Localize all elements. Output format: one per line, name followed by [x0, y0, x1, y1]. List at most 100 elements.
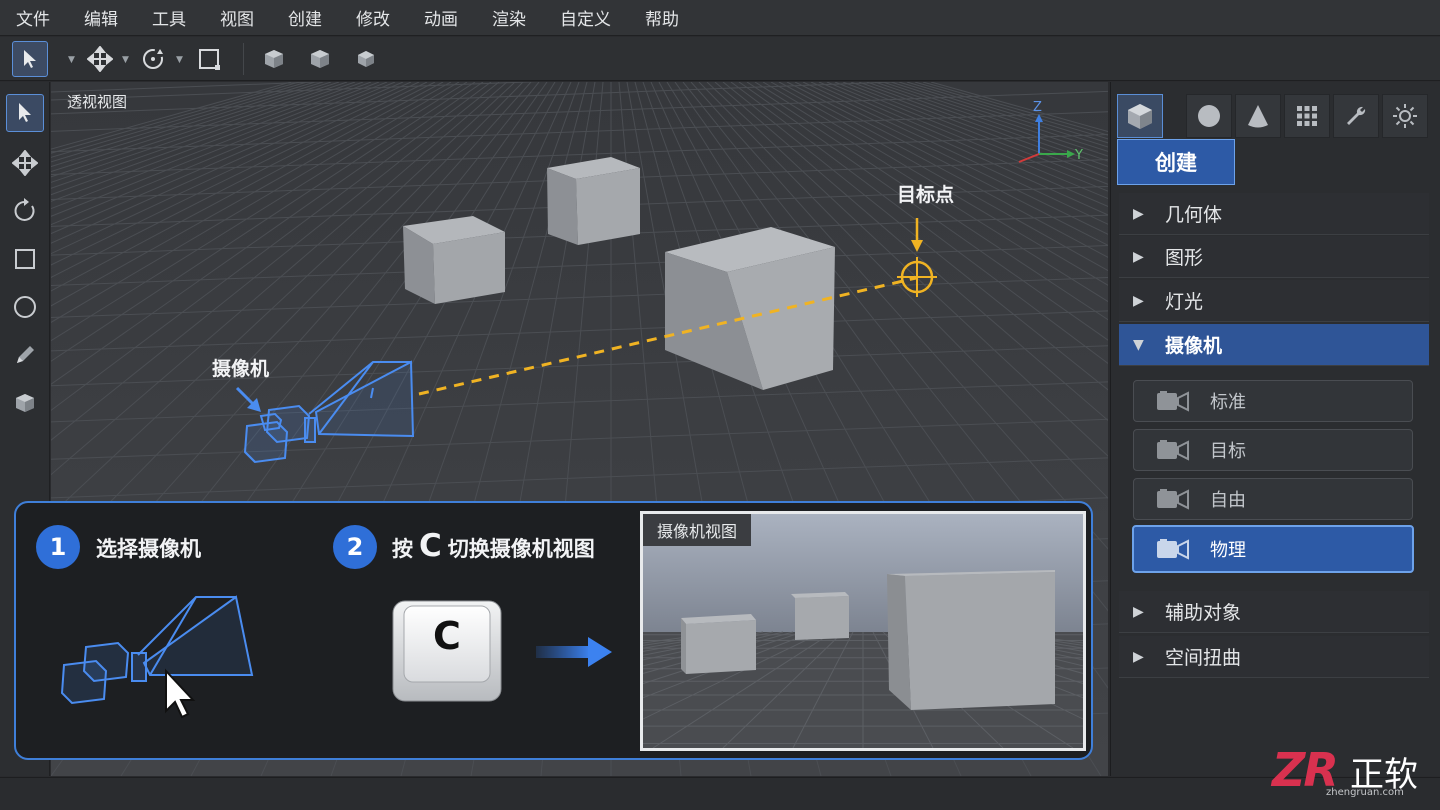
- camera-type-target[interactable]: 目标: [1133, 429, 1413, 471]
- category-label: 辅助对象: [1165, 602, 1242, 624]
- step-2-pre: 按: [392, 537, 413, 561]
- tutorial-panel: 1 选择摄像机 2 按 C 切换摄像机视图 C 摄像机视图: [14, 501, 1093, 760]
- scale-tool-button[interactable]: [191, 41, 227, 77]
- camera-type-label: 物理: [1210, 540, 1246, 561]
- grid-icon: [1297, 106, 1317, 126]
- category-geometry[interactable]: ▶ 几何体: [1119, 193, 1429, 235]
- chevron-right-icon: ▶: [1133, 603, 1144, 620]
- cube-icon: [358, 51, 374, 67]
- select-tool-button[interactable]: [12, 41, 48, 77]
- chevron-down-icon[interactable]: ▼: [68, 55, 75, 65]
- left-rectangle-button[interactable]: [6, 240, 44, 278]
- sun-icon: [1393, 104, 1417, 128]
- step-1-text: 选择摄像机: [96, 537, 201, 561]
- arrow-right-icon: [536, 637, 612, 667]
- chevron-right-icon: ▶: [1133, 248, 1144, 265]
- menu-help[interactable]: 帮助: [645, 5, 679, 30]
- left-cube-button[interactable]: [6, 384, 44, 422]
- rotate-icon: [14, 198, 35, 221]
- menu-animation[interactable]: 动画: [424, 5, 458, 30]
- move-icon: [87, 46, 113, 72]
- cube-object-1[interactable]: [403, 216, 505, 304]
- tab-create[interactable]: [1117, 94, 1163, 138]
- cone-icon: [1248, 105, 1268, 128]
- main-toolbar: ▼ ▼ ▼: [0, 37, 1440, 81]
- keycap-c: C: [392, 600, 502, 702]
- menu-view[interactable]: 视图: [220, 5, 254, 30]
- step-2-key: C: [419, 528, 442, 564]
- tab-hierarchy[interactable]: [1235, 94, 1281, 138]
- create-button[interactable]: 创建: [1117, 139, 1235, 185]
- camera-view-label: 摄像机视图: [643, 514, 752, 546]
- circle-icon: [14, 296, 36, 318]
- step-2-badge: 2: [333, 525, 377, 569]
- chevron-down-icon[interactable]: ▼: [122, 55, 129, 65]
- category-label: 几何体: [1165, 204, 1223, 226]
- tab-display[interactable]: [1382, 94, 1428, 138]
- status-bar: [0, 777, 1440, 810]
- category-helpers[interactable]: ▶ 辅助对象: [1119, 591, 1429, 633]
- camera-type-physical[interactable]: 物理: [1132, 525, 1414, 573]
- view-box-button-3[interactable]: [348, 41, 384, 77]
- cube-icon: [311, 50, 329, 68]
- tab-modify[interactable]: [1186, 94, 1232, 138]
- category-space-warps[interactable]: ▶ 空间扭曲: [1119, 636, 1429, 678]
- left-circle-button[interactable]: [6, 288, 44, 326]
- menu-customize[interactable]: 自定义: [560, 5, 611, 30]
- left-rotate-button[interactable]: [6, 192, 44, 230]
- tab-motion[interactable]: [1284, 94, 1330, 138]
- chevron-down-icon: ▼: [1133, 336, 1144, 353]
- axis-y-label: Y: [1074, 148, 1083, 163]
- cube-icon: [265, 50, 283, 68]
- keycap-label: C: [433, 614, 461, 658]
- camera-label: 摄像机: [212, 357, 269, 380]
- step-1-badge: 1: [36, 525, 80, 569]
- camera-type-label: 目标: [1210, 441, 1246, 462]
- category-label: 灯光: [1165, 291, 1204, 313]
- rotate-icon: [143, 49, 163, 69]
- camera-icon: [1157, 489, 1189, 510]
- camera-icon: [1157, 391, 1189, 412]
- menu-render[interactable]: 渲染: [492, 5, 526, 30]
- tab-utilities[interactable]: [1333, 94, 1379, 138]
- category-cameras[interactable]: ▼ 摄像机: [1119, 324, 1429, 366]
- watermark-url: zhengruan.com: [1326, 787, 1404, 798]
- cube-icon: [16, 394, 34, 412]
- menu-modify[interactable]: 修改: [356, 5, 390, 30]
- chevron-right-icon: ▶: [1133, 292, 1144, 309]
- target-point-label: 目标点: [897, 184, 954, 206]
- cube-object-2[interactable]: [547, 157, 640, 245]
- left-pencil-button[interactable]: [6, 336, 44, 374]
- camera-view-preview: 摄像机视图: [640, 511, 1086, 751]
- camera-type-label: 自由: [1210, 490, 1246, 511]
- category-shapes[interactable]: ▶ 图形: [1119, 236, 1429, 278]
- camera-type-label: 标准: [1210, 392, 1246, 413]
- rotate-tool-button[interactable]: [135, 41, 171, 77]
- left-select-button[interactable]: [6, 94, 44, 132]
- category-label: 摄像机: [1165, 335, 1223, 357]
- menu-edit[interactable]: 编辑: [84, 5, 118, 30]
- view-box-button[interactable]: [256, 41, 292, 77]
- menu-file[interactable]: 文件: [16, 5, 50, 30]
- scale-icon: [199, 49, 220, 70]
- category-label: 图形: [1165, 247, 1204, 269]
- move-icon: [12, 150, 38, 176]
- view-box-button-2[interactable]: [302, 41, 338, 77]
- toolbar-divider: [243, 43, 244, 75]
- cube-icon: [1128, 104, 1152, 129]
- viewport-label: 透视视图: [67, 93, 128, 111]
- chevron-down-icon[interactable]: ▼: [176, 55, 183, 65]
- menu-create[interactable]: 创建: [288, 5, 322, 30]
- category-lights[interactable]: ▶ 灯光: [1119, 280, 1429, 322]
- wrench-icon: [1347, 106, 1366, 125]
- left-move-button[interactable]: [6, 144, 44, 182]
- category-label: 空间扭曲: [1165, 647, 1242, 669]
- chevron-right-icon: ▶: [1133, 205, 1144, 222]
- chevron-right-icon: ▶: [1133, 648, 1144, 665]
- camera-type-standard[interactable]: 标准: [1133, 380, 1413, 422]
- camera-icon: [1157, 539, 1189, 560]
- camera-type-free[interactable]: 自由: [1133, 478, 1413, 520]
- menu-tools[interactable]: 工具: [152, 5, 186, 30]
- sphere-icon: [1198, 105, 1220, 127]
- move-tool-button[interactable]: [82, 41, 118, 77]
